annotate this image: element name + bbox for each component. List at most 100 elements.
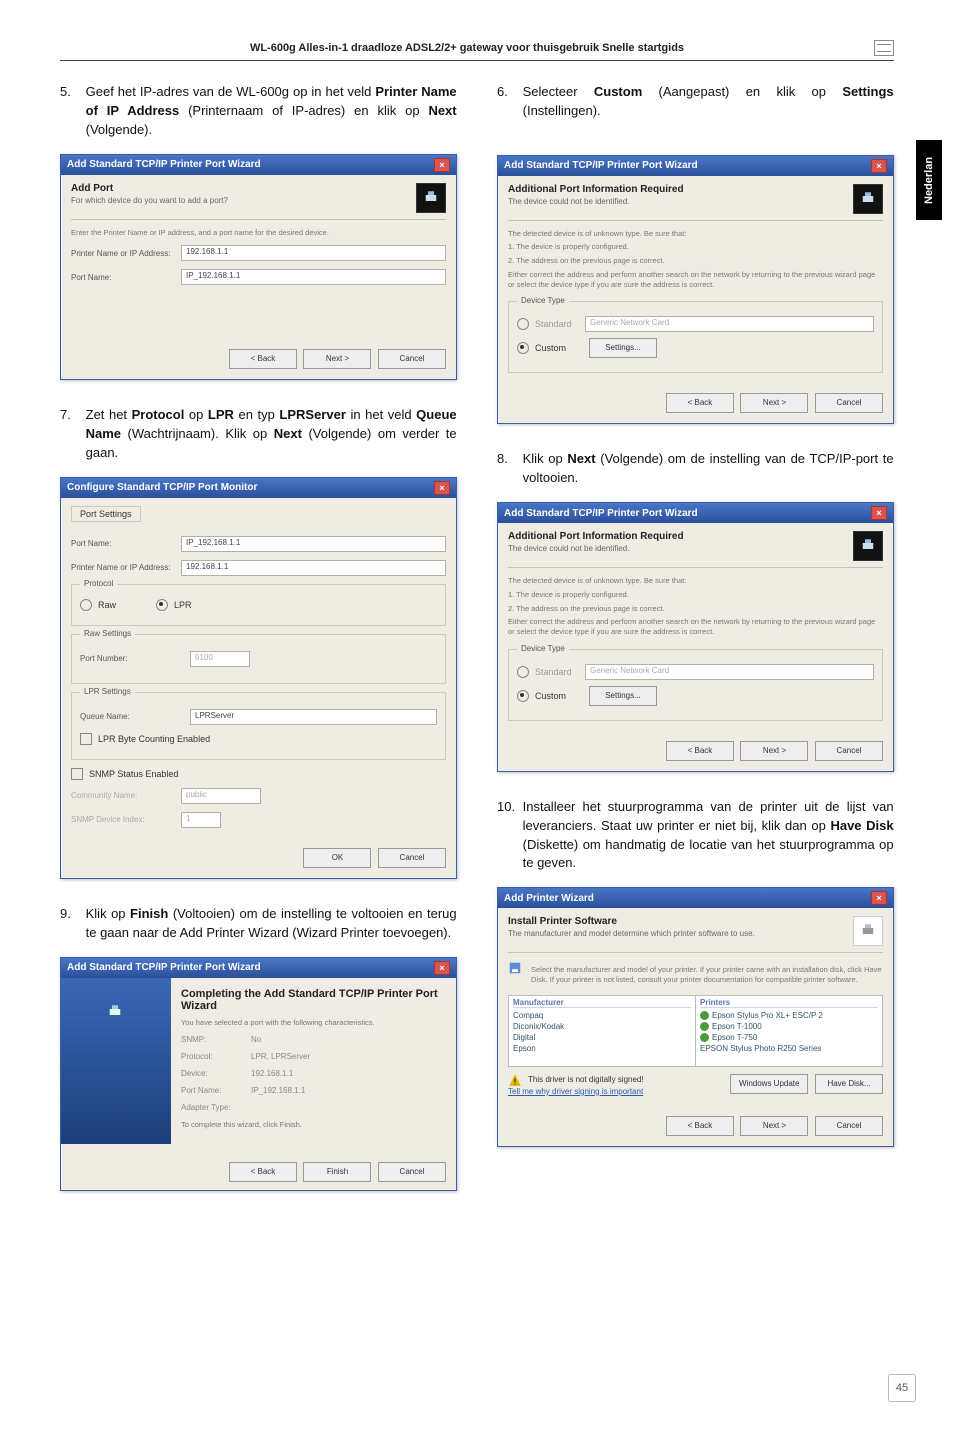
- t: Protocol: [132, 407, 185, 422]
- cancel-button[interactable]: Cancel: [815, 741, 883, 761]
- list-item[interactable]: Epson: [513, 1043, 691, 1054]
- note: Enter the Printer Name or IP address, an…: [71, 228, 446, 238]
- ip-input[interactable]: 192.168.1.1: [181, 560, 446, 576]
- t: Epson: [513, 1044, 536, 1053]
- portname-label: Port Name:: [71, 273, 181, 282]
- tab-port-settings[interactable]: Port Settings: [71, 506, 141, 522]
- t: SNMP Status Enabled: [89, 769, 178, 779]
- page-number: 45: [888, 1374, 916, 1402]
- t: Have Disk: [830, 818, 893, 833]
- list-item[interactable]: Epson Stylus Pro XL+ ESC/P 2: [700, 1010, 878, 1021]
- t: Port Name:: [181, 1086, 251, 1095]
- back-button[interactable]: < Back: [666, 741, 734, 761]
- t: Custom: [535, 343, 585, 353]
- radio-standard[interactable]: Standard Generic Network Card: [517, 664, 874, 680]
- device-type-group: Device Type: [517, 644, 569, 653]
- t: LPR: [208, 407, 234, 422]
- next-button[interactable]: Next >: [740, 1116, 808, 1136]
- queue-label: Queue Name:: [80, 712, 190, 721]
- right-column: 6. Selecteer Custom (Aangepast) en klik …: [497, 83, 894, 1217]
- snmp-comm-input: public: [181, 788, 261, 804]
- step10-num: 10.: [497, 798, 519, 817]
- window-title: Add Standard TCP/IP Printer Port Wizard: [67, 962, 261, 973]
- close-icon[interactable]: ×: [871, 506, 887, 520]
- language-side-tab: Nederlan: [916, 140, 942, 220]
- have-disk-button[interactable]: Have Disk...: [815, 1074, 883, 1094]
- portname-input[interactable]: IP_192.168.1.1: [181, 269, 446, 285]
- back-button[interactable]: < Back: [229, 1162, 297, 1182]
- wizard-heading: Additional Port Information Required: [508, 184, 684, 195]
- body-note: Select the manufacturer and model of you…: [531, 965, 883, 985]
- list-item[interactable]: Compaq: [513, 1010, 691, 1021]
- radio-lpr[interactable]: LPR: [156, 599, 192, 611]
- t: No: [251, 1035, 261, 1044]
- close-icon[interactable]: ×: [871, 891, 887, 905]
- t: Finish: [130, 906, 168, 921]
- t: LPRServer: [279, 407, 345, 422]
- next-button[interactable]: Next >: [740, 393, 808, 413]
- cancel-button[interactable]: Cancel: [378, 1162, 446, 1182]
- finish-button[interactable]: Finish: [303, 1162, 371, 1182]
- close-icon[interactable]: ×: [434, 961, 450, 975]
- list-item[interactable]: EPSON Stylus Photo R250 Series: [700, 1043, 878, 1054]
- portname-input[interactable]: IP_192.168.1.1: [181, 536, 446, 552]
- windows-update-button[interactable]: Windows Update: [730, 1074, 808, 1094]
- wizard-subheading: The device could not be identified.: [508, 544, 684, 553]
- ip-input[interactable]: 192.168.1.1: [181, 245, 446, 261]
- chk-byte-counting[interactable]: LPR Byte Counting Enabled: [80, 733, 437, 745]
- t: Raw: [98, 600, 116, 610]
- close-icon[interactable]: ×: [434, 158, 450, 172]
- settings-button[interactable]: Settings...: [589, 338, 657, 358]
- list-item[interactable]: Epson T-750: [700, 1032, 878, 1043]
- radio-custom[interactable]: Custom Settings...: [517, 338, 874, 358]
- list-item[interactable]: Diconix/Kodak: [513, 1021, 691, 1032]
- step7-num: 7.: [60, 406, 82, 425]
- wizard-subheading: For which device do you want to add a po…: [71, 196, 228, 205]
- signed-note: This driver is not digitally signed!: [528, 1075, 644, 1084]
- wizard-side-panel: [61, 978, 171, 1145]
- t: LPR Byte Counting Enabled: [98, 734, 210, 744]
- manufacturer-list[interactable]: Manufacturer Compaq Diconix/Kodak Digita…: [509, 996, 695, 1066]
- t: (Printernaam of IP-adres) en klik op: [179, 103, 428, 118]
- printers-list[interactable]: Printers Epson Stylus Pro XL+ ESC/P 2 Ep…: [695, 996, 882, 1066]
- radio-standard[interactable]: Standard Generic Network Card: [517, 316, 874, 332]
- cancel-button[interactable]: Cancel: [378, 349, 446, 369]
- why-link[interactable]: Tell me why driver signing is important: [508, 1087, 644, 1096]
- screenshot-additional-info: Add Standard TCP/IP Printer Port Wizard …: [497, 155, 894, 425]
- screenshot-completing: Add Standard TCP/IP Printer Port Wizard …: [60, 957, 457, 1192]
- warning-icon: [508, 1073, 522, 1087]
- back-button[interactable]: < Back: [666, 1116, 734, 1136]
- next-button[interactable]: Next >: [303, 349, 371, 369]
- cancel-button[interactable]: Cancel: [815, 1116, 883, 1136]
- step8-num: 8.: [497, 450, 519, 469]
- wizard-subheading: The manufacturer and model determine whi…: [508, 929, 755, 938]
- t: Zet het: [86, 407, 132, 422]
- t: Klik op: [86, 906, 130, 921]
- cancel-button[interactable]: Cancel: [815, 393, 883, 413]
- close-icon[interactable]: ×: [434, 481, 450, 495]
- t: EPSON Stylus Photo R250 Series: [700, 1044, 821, 1053]
- ok-button[interactable]: OK: [303, 848, 371, 868]
- back-button[interactable]: < Back: [229, 349, 297, 369]
- radio-raw[interactable]: Raw: [80, 599, 116, 611]
- body-line: 1. The device is properly configured.: [508, 242, 883, 252]
- list-item[interactable]: Epson T-1000: [700, 1021, 878, 1032]
- body-line: 1. The device is properly configured.: [508, 590, 883, 600]
- chk-snmp[interactable]: SNMP Status Enabled: [71, 768, 446, 780]
- step7: 7. Zet het Protocol op LPR en typ LPRSer…: [60, 406, 457, 463]
- signed-icon: [700, 1033, 709, 1042]
- t: Selecteer: [523, 84, 594, 99]
- list-item[interactable]: Digital: [513, 1032, 691, 1043]
- step9-text: Klik op Finish (Voltooien) om de instell…: [86, 905, 457, 943]
- summary-row: Port Name:IP_192.168.1.1: [181, 1086, 446, 1095]
- radio-custom[interactable]: Custom Settings...: [517, 686, 874, 706]
- back-button[interactable]: < Back: [666, 393, 734, 413]
- wizard-heading: Install Printer Software: [508, 916, 755, 927]
- queue-input[interactable]: LPRServer: [190, 709, 437, 725]
- printer-icon: [853, 531, 883, 561]
- cancel-button[interactable]: Cancel: [378, 848, 446, 868]
- next-button[interactable]: Next >: [740, 741, 808, 761]
- raw-port-input: 9100: [190, 651, 250, 667]
- settings-button[interactable]: Settings...: [589, 686, 657, 706]
- close-icon[interactable]: ×: [871, 159, 887, 173]
